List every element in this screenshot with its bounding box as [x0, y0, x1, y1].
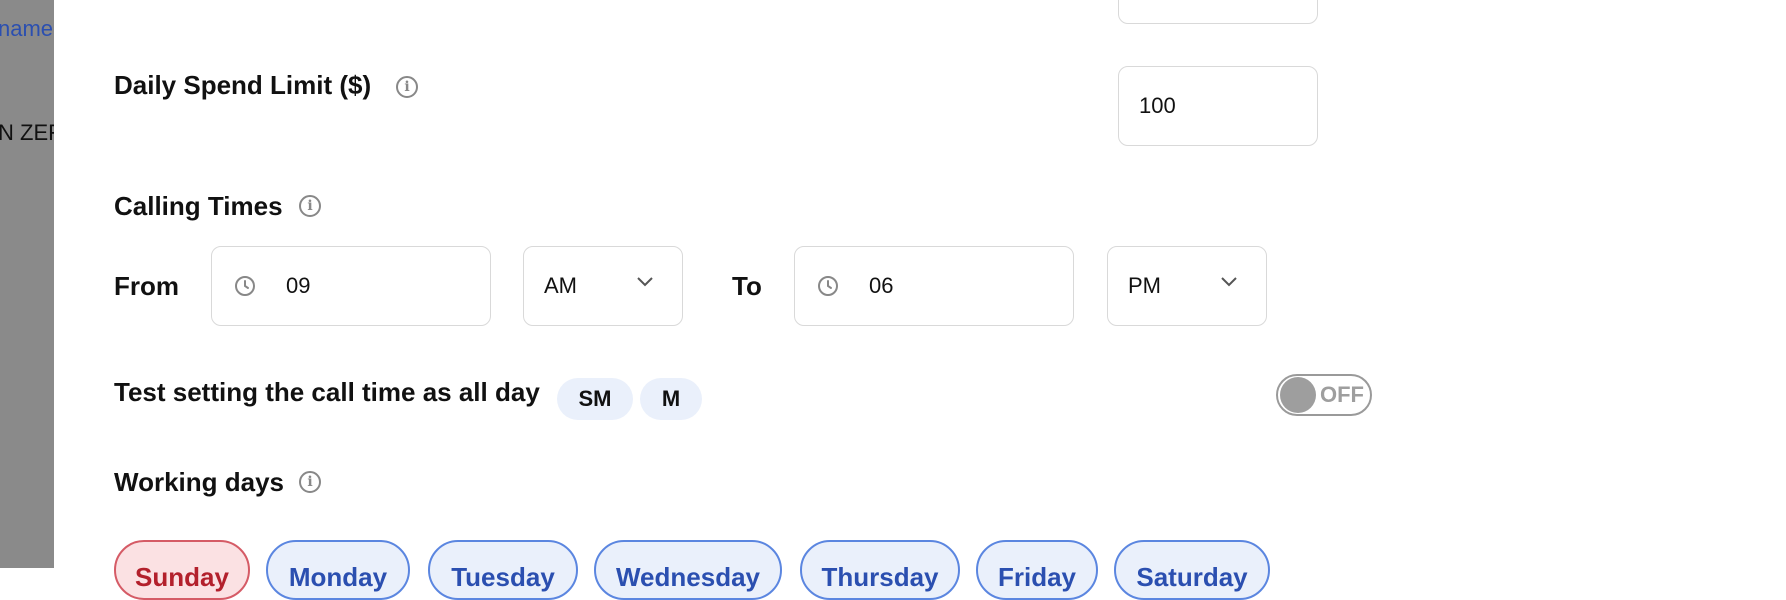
to-label: To [732, 271, 762, 301]
daily-spend-label: Daily Spend Limit ($) [114, 70, 372, 100]
to-hour-value: 06 [869, 273, 894, 298]
day-tuesday[interactable]: Tuesday [428, 540, 578, 600]
from-hour-value: 09 [286, 273, 311, 298]
daily-spend-value: 100 [1139, 93, 1176, 118]
day-friday[interactable]: Friday [976, 540, 1098, 600]
from-period-value: AM [544, 273, 577, 298]
info-icon[interactable]: i [396, 76, 418, 98]
day-monday[interactable]: Monday [266, 540, 410, 600]
day-sunday[interactable]: Sunday [114, 540, 250, 600]
chip-sm: SM [557, 378, 633, 420]
settings-panel: Daily Spend Limit ($) i 100 Calling Time… [54, 0, 1786, 600]
chip-m: M [640, 378, 702, 420]
backdrop-link-fragment: name [0, 16, 54, 41]
clock-icon [818, 276, 838, 296]
to-period-value: PM [1128, 273, 1161, 298]
all-day-label: Test setting the call time as all day [114, 377, 540, 407]
working-days-label: Working days [114, 467, 285, 497]
day-wednesday[interactable]: Wednesday [594, 540, 782, 600]
daily-spend-input[interactable]: 100 [1118, 66, 1318, 146]
clock-icon [235, 276, 255, 296]
all-day-toggle[interactable]: OFF [1276, 374, 1372, 416]
previous-field-input[interactable] [1118, 0, 1318, 24]
info-icon[interactable]: i [299, 195, 321, 217]
day-saturday[interactable]: Saturday [1114, 540, 1270, 600]
calling-times-label: Calling Times [114, 191, 283, 221]
to-period-select[interactable]: PM [1107, 246, 1267, 326]
backdrop-text-fragment: N ZEF [0, 120, 54, 145]
from-hour-input[interactable]: 09 [211, 246, 491, 326]
toggle-state-text: OFF [1320, 382, 1364, 407]
chevron-down-icon [637, 277, 653, 287]
to-hour-input[interactable]: 06 [794, 246, 1074, 326]
info-icon[interactable]: i [299, 471, 321, 493]
from-period-select[interactable]: AM [523, 246, 683, 326]
chevron-down-icon [1221, 277, 1237, 287]
day-thursday[interactable]: Thursday [800, 540, 960, 600]
toggle-knob [1280, 377, 1316, 413]
modal-backdrop: name N ZEF [0, 0, 54, 568]
from-label: From [114, 271, 179, 301]
